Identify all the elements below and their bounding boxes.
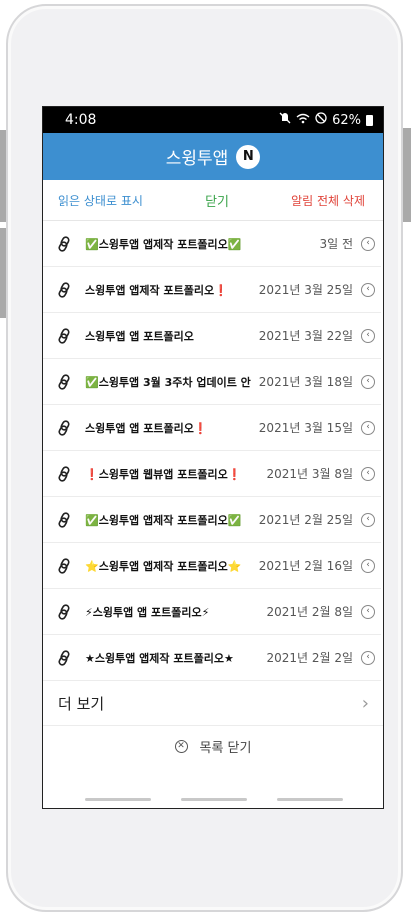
new-badge: N: [236, 144, 261, 169]
notification-item[interactable]: ✅스윙투앱 앱제작 포트폴리오✅ 3일 전 ‹: [43, 221, 381, 267]
link-icon: [43, 649, 85, 666]
link-icon: [43, 327, 85, 344]
notification-title: ✅스윙투앱 앱제작 포트폴리오✅: [85, 237, 242, 251]
chevron-left-icon[interactable]: ‹: [361, 512, 375, 527]
mute-icon: [279, 112, 291, 128]
link-icon: [43, 511, 85, 528]
notification-title: ❗스윙투앱 웹뷰앱 포트폴리오❗: [85, 467, 242, 481]
link-icon: [43, 603, 85, 620]
chevron-left-icon[interactable]: ‹: [361, 236, 375, 251]
status-icons: 62%: [279, 112, 373, 128]
notification-actions: 읽은 상태로 표시 닫기 알림 전체 삭제: [43, 180, 383, 221]
status-bar: 4:08 62%: [43, 107, 383, 133]
notification-item[interactable]: ★스윙투앱 앱제작 포트폴리오★ 2021년 2월 2일 ‹: [43, 635, 381, 681]
notification-date: 2021년 3월 22일: [258, 329, 353, 343]
app-header: 스윙투앱 N: [43, 133, 383, 180]
notification-title: 스윙투앱 앱 포트폴리오: [85, 329, 194, 343]
notification-date: 2021년 2월 8일: [266, 605, 353, 619]
notification-item[interactable]: 스윙투앱 앱제작 포트폴리오❗ 2021년 3월 25일 ‹: [43, 267, 381, 313]
chevron-left-icon[interactable]: ‹: [361, 604, 375, 619]
notification-date: 2021년 3월 8일: [266, 467, 353, 481]
chevron-left-icon[interactable]: ‹: [361, 374, 375, 389]
do-not-disturb-icon: [315, 112, 327, 128]
app-title: 스윙투앱: [165, 149, 229, 169]
close-list-button[interactable]: ✕ 목록 닫기: [43, 726, 383, 766]
notification-date: 2021년 3월 18일: [258, 375, 353, 389]
notification-date: 2021년 2월 2일: [266, 651, 353, 665]
notification-item[interactable]: ✅스윙투앱 앱제작 포트폴리오✅ 2021년 2월 25일 ‹: [43, 497, 381, 543]
notification-date: 2021년 3월 25일: [258, 283, 353, 297]
notification-date: 2021년 3월 15일: [258, 421, 353, 435]
close-list-label: 목록 닫기: [199, 740, 252, 756]
notification-list: ✅스윙투앱 앱제작 포트폴리오✅ 3일 전 ‹ 스윙투앱 앱제작 포트폴리오❗ 2021…: [43, 221, 383, 681]
notification-date: 3일 전: [319, 237, 353, 251]
notification-title: ⚡스윙투앱 앱 포트폴리오⚡: [85, 605, 210, 619]
chevron-left-icon[interactable]: ‹: [361, 328, 375, 343]
delete-all-button[interactable]: 알림 전체 삭제: [291, 192, 365, 209]
notification-title: 스윙투앱 앱 포트폴리오❗: [85, 421, 208, 435]
nav-home[interactable]: [181, 798, 247, 801]
chevron-left-icon[interactable]: ‹: [361, 420, 375, 435]
wifi-icon: [296, 113, 310, 128]
notification-title: ⭐스윙투앱 앱제작 포트폴리오⭐: [85, 559, 242, 573]
notification-item[interactable]: ⭐스윙투앱 앱제작 포트폴리오⭐ 2021년 2월 16일 ‹: [43, 543, 381, 589]
link-icon: [43, 557, 85, 574]
notification-item[interactable]: ✅스윙투앱 3월 3주차 업데이트 안 2021년 3월 18일 ‹: [43, 359, 381, 405]
notification-date: 2021년 2월 25일: [258, 513, 353, 527]
phone-frame: 4:08 62% 스윙투앱 N 읽은 상태로 표시 닫기 알림 전체 삭제 ✅스…: [6, 4, 403, 912]
chevron-left-icon[interactable]: ‹: [361, 650, 375, 665]
link-icon: [43, 281, 85, 298]
close-circle-icon: ✕: [174, 739, 188, 753]
link-icon: [43, 419, 85, 436]
notification-date: 2021년 2월 16일: [258, 559, 353, 573]
nav-recents[interactable]: [85, 798, 151, 801]
notification-item[interactable]: 스윙투앱 앱 포트폴리오 2021년 3월 22일 ‹: [43, 313, 381, 359]
notification-item[interactable]: ❗스윙투앱 웹뷰앱 포트폴리오❗ 2021년 3월 8일 ‹: [43, 451, 381, 497]
see-more-button[interactable]: 더 보기 ›: [43, 681, 383, 726]
chevron-right-icon: ›: [361, 692, 369, 714]
battery-percent: 62%: [332, 112, 361, 128]
notification-title: ✅스윙투앱 3월 3주차 업데이트 안: [85, 375, 251, 389]
phone-screen: 4:08 62% 스윙투앱 N 읽은 상태로 표시 닫기 알림 전체 삭제 ✅스…: [42, 106, 384, 809]
mark-as-read-button[interactable]: 읽은 상태로 표시: [58, 192, 143, 209]
notification-title: ✅스윙투앱 앱제작 포트폴리오✅: [85, 513, 242, 527]
link-icon: [43, 373, 85, 390]
battery-icon: [366, 114, 373, 126]
link-icon: [43, 465, 85, 482]
status-time: 4:08: [65, 112, 97, 128]
chevron-left-icon[interactable]: ‹: [361, 558, 375, 573]
notification-item[interactable]: ⚡스윙투앱 앱 포트폴리오⚡ 2021년 2월 8일 ‹: [43, 589, 381, 635]
nav-bar: [43, 796, 383, 804]
close-button[interactable]: 닫기: [205, 191, 229, 210]
nav-back[interactable]: [277, 798, 343, 801]
link-icon: [43, 235, 85, 252]
chevron-left-icon[interactable]: ‹: [361, 466, 375, 481]
notification-title: 스윙투앱 앱제작 포트폴리오❗: [85, 283, 228, 297]
see-more-label: 더 보기: [58, 694, 105, 713]
notification-title: ★스윙투앱 앱제작 포트폴리오★: [85, 651, 234, 665]
chevron-left-icon[interactable]: ‹: [361, 282, 375, 297]
notification-item[interactable]: 스윙투앱 앱 포트폴리오❗ 2021년 3월 15일 ‹: [43, 405, 381, 451]
